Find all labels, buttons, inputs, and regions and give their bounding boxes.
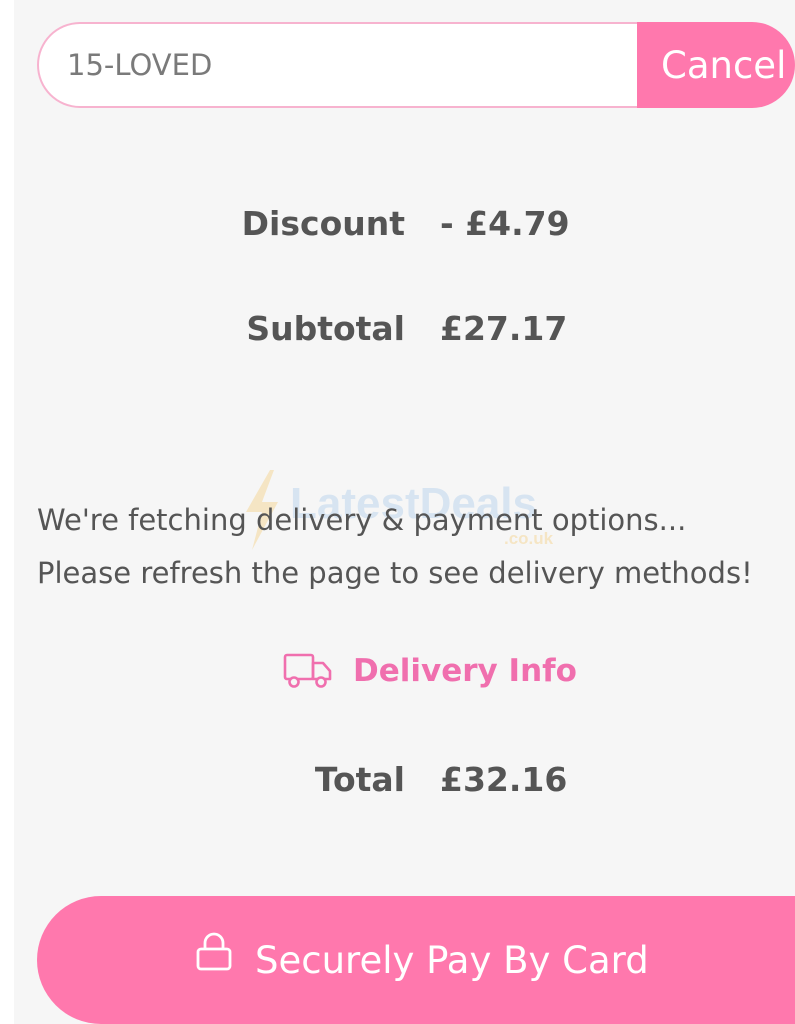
- subtotal-label: Subtotal: [246, 309, 405, 348]
- discount-label: Discount: [241, 204, 405, 243]
- discount-value: - £4.79: [440, 204, 570, 243]
- subtotal-value: £27.17: [440, 309, 568, 348]
- total-value: £32.16: [440, 760, 568, 799]
- lock-icon: [196, 932, 232, 971]
- total-row: Total £32.16: [0, 755, 795, 805]
- pay-by-card-label: Securely Pay By Card: [255, 939, 649, 982]
- subtotal-row: Subtotal £27.17: [0, 304, 795, 354]
- coupon-form: Cancel: [37, 22, 795, 108]
- delivery-notice-line-1: We're fetching delivery & payment option…: [37, 503, 687, 537]
- pay-by-card-button[interactable]: Securely Pay By Card: [37, 896, 795, 1024]
- total-label: Total: [314, 760, 405, 799]
- cancel-coupon-button[interactable]: Cancel: [637, 22, 795, 108]
- delivery-info-label: Delivery Info: [353, 653, 577, 689]
- coupon-code-input[interactable]: [37, 22, 657, 108]
- delivery-notice-line-2: Please refresh the page to see delivery …: [37, 556, 753, 590]
- delivery-info-link[interactable]: Delivery Info: [283, 648, 577, 694]
- discount-row: Discount - £4.79: [0, 199, 795, 249]
- truck-icon: [283, 653, 332, 688]
- delivery-notice: We're fetching delivery & payment option…: [37, 494, 795, 600]
